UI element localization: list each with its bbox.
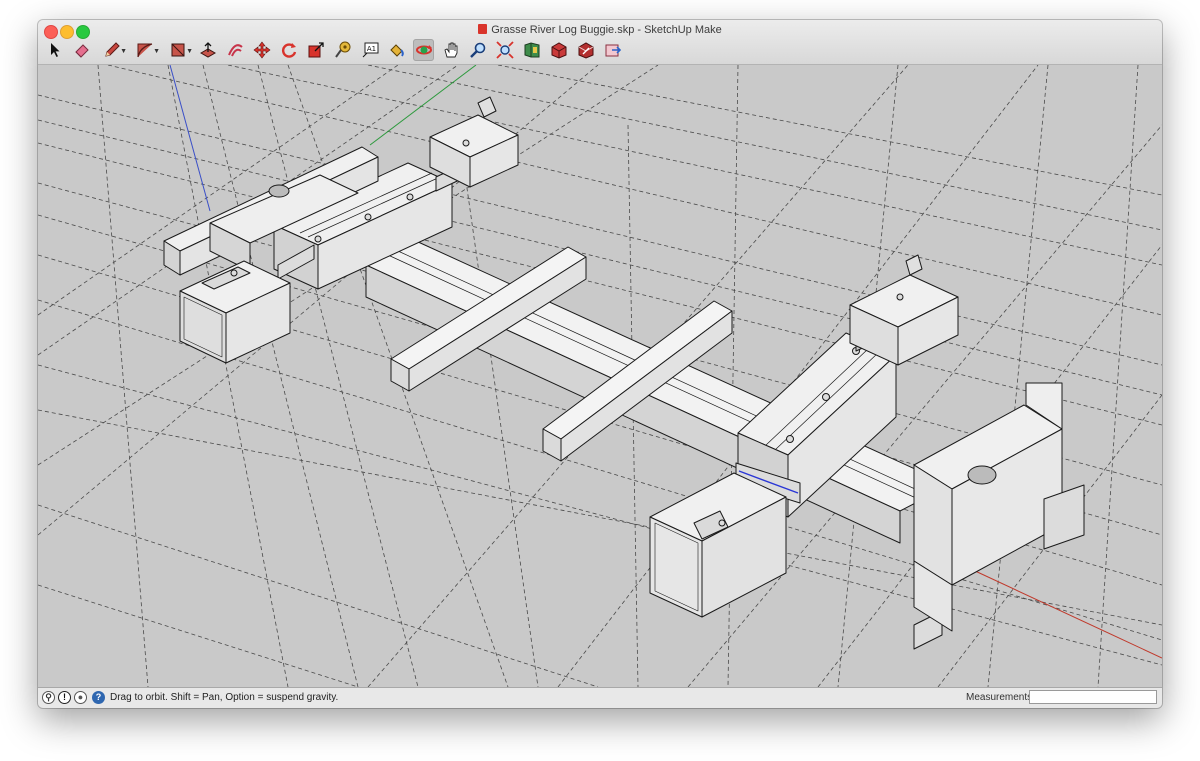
front-right-wheel-box[interactable] — [849, 254, 959, 366]
pencil-icon — [104, 42, 120, 57]
geolocation-icon[interactable]: ⚲ — [42, 691, 55, 704]
red-axis — [972, 569, 1162, 659]
eraser-icon — [74, 44, 89, 58]
shapes-tool-button[interactable]: ▼ — [164, 39, 193, 61]
model-scene[interactable] — [38, 64, 1162, 688]
select-tool-button[interactable] — [44, 39, 65, 61]
measurements-input[interactable] — [1029, 690, 1157, 704]
push-pull-tool-button[interactable] — [197, 39, 218, 61]
offset-tool-button[interactable] — [224, 39, 245, 61]
orbit-icon — [415, 45, 432, 55]
window-title: Grasse River Log Buggie.skp - SketchUp M… — [38, 23, 1162, 37]
app-window: Grasse River Log Buggie.skp - SketchUp M… — [38, 20, 1162, 708]
shapes-tool-menu-caret[interactable]: ▼ — [186, 48, 193, 55]
hand-icon — [443, 42, 457, 58]
layout-icon — [605, 44, 621, 57]
title-bar: Grasse River Log Buggie.skp - SketchUp M… — [38, 20, 1162, 65]
text-icon: A1 — [362, 42, 378, 58]
magnifier-icon — [469, 42, 485, 58]
measurements-label: Measurements — [966, 692, 1033, 703]
rectangle-icon — [171, 43, 184, 57]
rear-pivot-hole — [268, 184, 290, 198]
front-pivot-hole — [967, 465, 997, 485]
window-title-text: Grasse River Log Buggie.skp - SketchUp M… — [491, 24, 722, 36]
sketchup-file-icon — [478, 24, 488, 34]
rotate-tool-button[interactable] — [278, 39, 299, 61]
paint-bucket-tool-button[interactable] — [386, 39, 407, 61]
extension-warehouse-icon — [551, 42, 566, 59]
orbit-tool-button[interactable] — [413, 39, 434, 61]
extension-warehouse-button[interactable] — [548, 39, 569, 61]
share-model-button[interactable] — [575, 39, 596, 61]
warehouse-icon — [524, 42, 539, 58]
scale-icon — [308, 42, 324, 58]
send-to-layout-button[interactable] — [602, 39, 623, 61]
zoom-extents-icon — [495, 41, 514, 59]
line-tool-menu-caret[interactable]: ▼ — [120, 48, 127, 55]
arc-tool-button[interactable]: ▼ — [131, 39, 160, 61]
tape-measure-icon — [334, 41, 350, 58]
rotate-icon — [281, 43, 296, 58]
zoom-extents-tool-button[interactable] — [494, 39, 515, 61]
log-buggie-model[interactable] — [163, 96, 1085, 650]
push-pull-icon — [199, 42, 216, 58]
user-account-icon[interactable]: ● — [74, 691, 87, 704]
line-tool-button[interactable]: ▼ — [98, 39, 127, 61]
toolbar: ▼ ▼ ▼ A1 — [44, 37, 629, 63]
zoom-tool-button[interactable] — [467, 39, 488, 61]
paint-bucket-icon — [389, 44, 404, 57]
arc-icon — [136, 43, 152, 58]
credits-icon[interactable]: ! — [58, 691, 71, 704]
model-viewport[interactable] — [38, 64, 1162, 688]
text-tool-button[interactable]: A1 — [359, 39, 380, 61]
pan-tool-button[interactable] — [440, 39, 461, 61]
move-tool-button[interactable] — [251, 39, 272, 61]
rear-left-wheel-box[interactable] — [179, 260, 291, 364]
tape-measure-tool-button[interactable] — [332, 39, 353, 61]
text-tool-label: A1 — [366, 45, 375, 53]
blue-axis — [169, 64, 211, 212]
arrow-cursor-icon — [50, 43, 59, 57]
rear-right-wheel-box[interactable] — [429, 96, 519, 188]
arc-tool-menu-caret[interactable]: ▼ — [153, 48, 160, 55]
eraser-tool-button[interactable] — [71, 39, 92, 61]
status-bar: ⚲ ! ● ? Drag to orbit. Shift = Pan, Opti… — [38, 687, 1162, 708]
status-message: Drag to orbit. Shift = Pan, Option = sus… — [110, 692, 339, 703]
help-icon[interactable]: ? — [92, 691, 105, 704]
move-icon — [253, 41, 270, 59]
share-model-icon — [578, 42, 593, 59]
3d-warehouse-button[interactable] — [521, 39, 542, 61]
scale-tool-button[interactable] — [305, 39, 326, 61]
offset-icon — [227, 44, 243, 57]
